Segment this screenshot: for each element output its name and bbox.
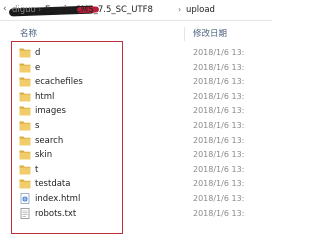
breadcrumb-segment-0[interactable]: diguo (12, 5, 36, 15)
file-modified-date: 2018/1/6 13: (193, 77, 245, 87)
address-bar[interactable]: ‹ diguo › EmpireCMS_7.5_SC_UTF8 › upload (0, 0, 272, 21)
file-modified-date: 2018/1/6 13: (193, 121, 245, 130)
file-modified-date: 2018/1/6 13: (193, 194, 245, 203)
column-divider[interactable] (184, 27, 185, 41)
highlight-box (11, 41, 123, 234)
column-header-modified[interactable]: 修改日期 (193, 27, 227, 41)
column-header-name[interactable]: 名称 (20, 27, 37, 41)
file-modified-date: 2018/1/6 13: (193, 62, 245, 72)
file-modified-date: 2018/1/6 13: (193, 106, 245, 116)
file-modified-date: 2018/1/6 13: (193, 91, 245, 101)
file-modified-date: 2018/1/6 13: (193, 48, 245, 57)
file-modified-date: 2018/1/6 13: (193, 150, 245, 160)
file-modified-date: 2018/1/6 13: (193, 135, 245, 145)
breadcrumb-segment-1[interactable]: EmpireCMS_7.5_SC_UTF8 (45, 5, 153, 15)
file-modified-date: 2018/1/6 13: (193, 164, 245, 174)
breadcrumb-separator: › (38, 5, 42, 14)
file-modified-date: 2018/1/6 13: (193, 208, 245, 218)
breadcrumb-separator: › (178, 5, 182, 14)
file-modified-date: 2018/1/6 13: (193, 179, 245, 189)
breadcrumb-segment-2[interactable]: upload (186, 5, 215, 15)
